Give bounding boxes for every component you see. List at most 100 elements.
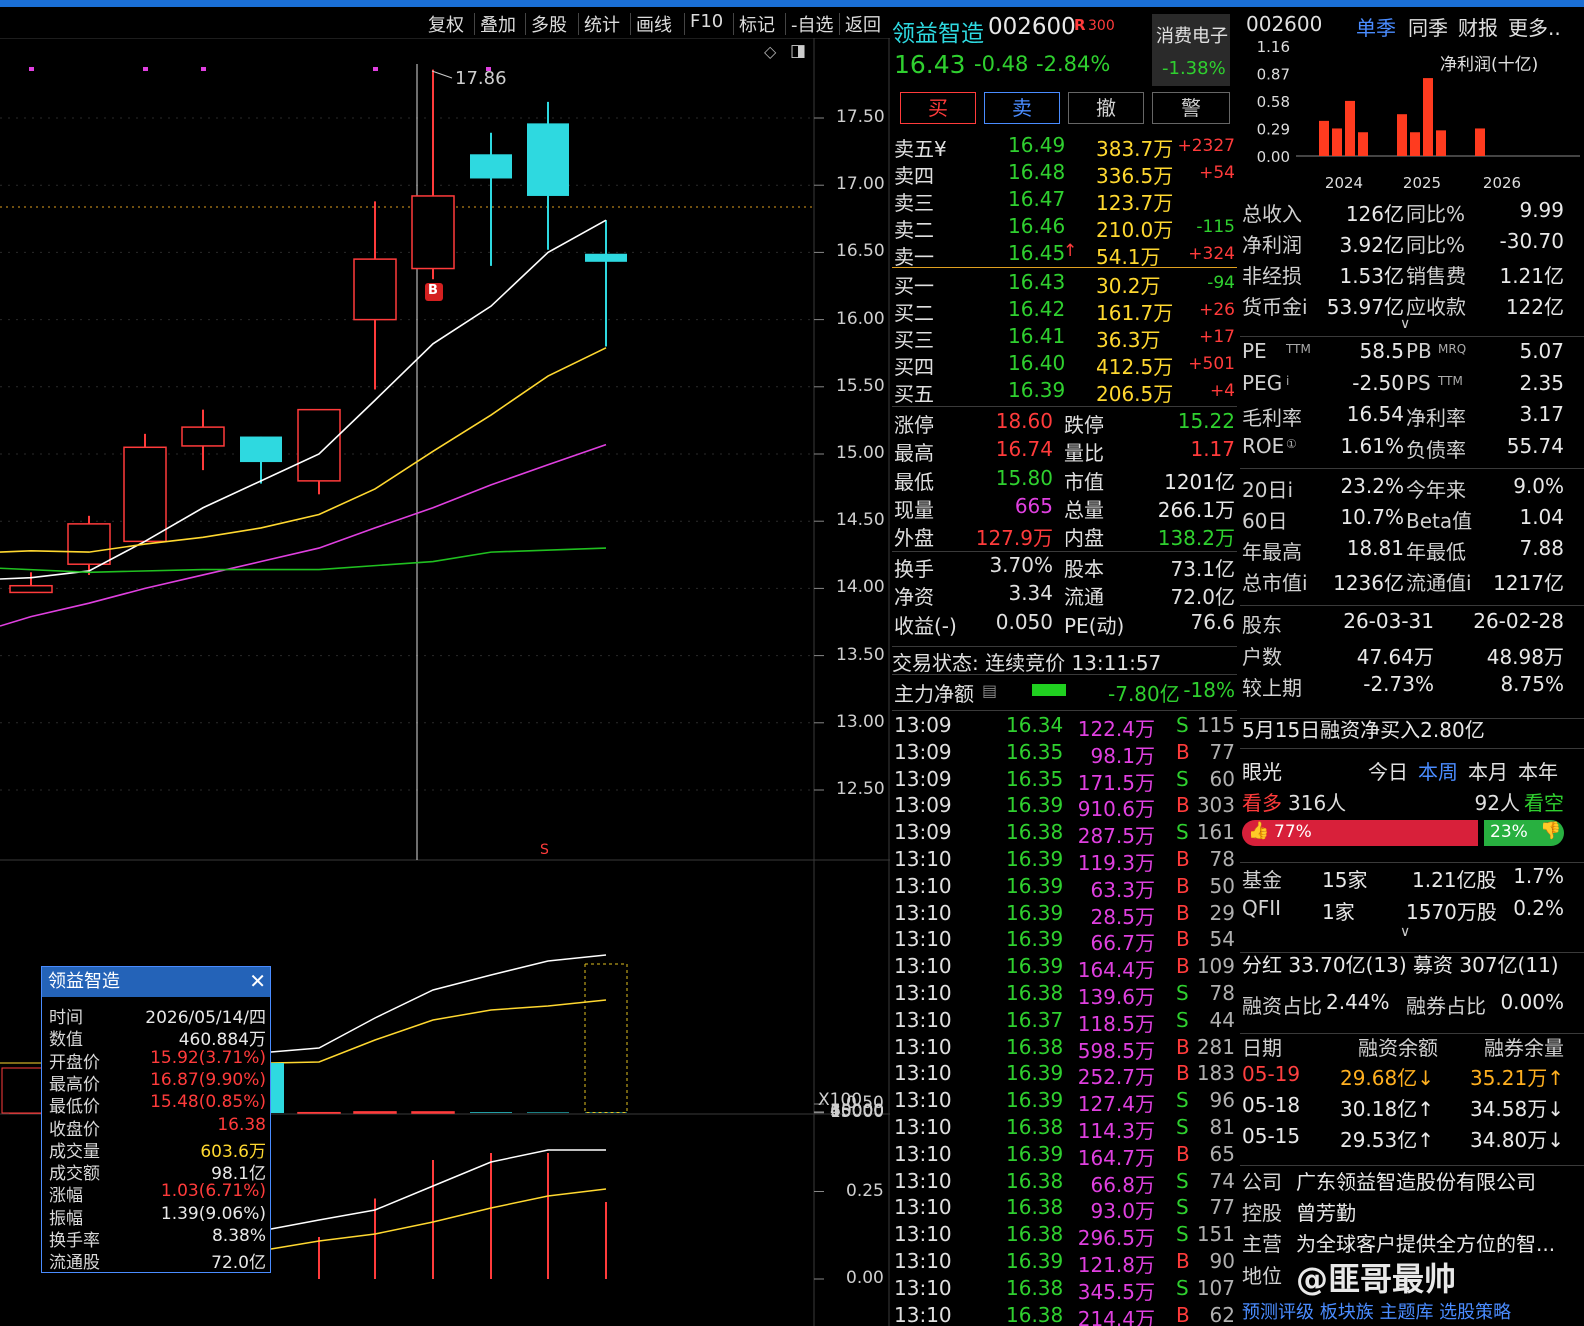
tick-row: 13:09 16.34 122.4万 S 115 [892,713,1237,741]
stat-label: PE(动) [1064,613,1125,638]
asks-level-1[interactable]: 卖四 16.48 336.5万 +54 [892,160,1237,188]
tick-count: 65 [1209,1141,1235,1166]
tick-volume: 139.6万 [1077,985,1155,1009]
volume-bar-9[interactable] [527,1112,569,1113]
book-volume: 54.1万 [1096,245,1161,269]
candle-body-1[interactable] [67,523,111,565]
book-delta: +54 [1199,163,1235,183]
weibo-watermark: @匪哥最帅 [1296,1260,1457,1298]
qfii-count: 1家 [1322,900,1355,924]
candle-body-10[interactable] [585,253,627,262]
margin-table-row: 05-18 30.18亿↑ 34.58万↓ [1240,1093,1584,1123]
candle-body-6[interactable] [353,258,397,321]
candle-body-0[interactable] [9,584,53,594]
buy-signal-marker[interactable] [425,283,443,301]
tick-side: B [1176,1061,1190,1086]
book-volume: 412.5万 [1096,355,1174,379]
business-text: 为全球客户提供全方位的智... [1296,1232,1556,1256]
buy-button[interactable]: 买 [900,92,976,124]
mini-title: 净利润(十亿) [1440,55,1538,75]
stat-value: 15.22 [1177,409,1235,433]
tick-side: S [1176,1222,1189,1247]
popup-row-label: 成交量 [49,1141,100,1162]
toolbar-divider [733,13,734,35]
book-label: 买五 [894,382,934,406]
fin-value: 9.99 [1519,198,1564,222]
book-volume: 210.0万 [1096,218,1174,242]
volume-bar-7[interactable] [411,1111,455,1114]
tick-price: 16.39 [1006,1061,1064,1086]
chevron-down-icon[interactable]: ∨ [1400,316,1410,332]
book-label: 卖四 [894,164,934,188]
tick-time: 13:10 [894,1222,952,1247]
close-icon[interactable]: ✕ [249,969,266,993]
tick-time: 13:10 [894,1195,952,1220]
perf-value: 9.0% [1513,474,1564,498]
tick-side: S [1176,766,1189,791]
mini-y-label: 0.00 [1257,148,1290,166]
bids-level-3[interactable]: 买四 16.40 412.5万 +501 [892,351,1237,379]
sector-box[interactable]: 消费电子 -1.38% [1152,14,1230,86]
candle-body-5[interactable] [297,408,341,482]
chart-toolbar: 复权 叠加 多股 统计 画线 F10 标记 -自选 返回 [0,7,895,37]
toolbar-button-6[interactable]: 标记 [739,11,775,37]
candle-body-8[interactable] [470,154,512,179]
asks-level-0[interactable]: 卖五¥ 16.49 383.7万 +2327 [892,133,1237,161]
toolbar-button-5[interactable]: F10 [690,11,723,32]
asks-level-3[interactable]: 卖二 16.46 210.0万 -115 [892,214,1237,242]
volume-bar-8[interactable] [470,1112,512,1113]
toolbar-button-0[interactable]: 复权 [428,11,464,37]
candle-body-2[interactable] [123,446,167,543]
toolbar-button-8[interactable]: 返回 [845,11,881,37]
popup-row-value: 603.6万 [200,1141,266,1162]
popup-row: 成交额 98.1亿 [42,1159,270,1185]
short-ratio-value: 0.00% [1500,990,1564,1014]
chevron-down-icon[interactable]: ∨ [1400,924,1410,940]
book-volume: 206.5万 [1096,382,1174,406]
bids-level-1[interactable]: 买二 16.42 161.7万 +26 [892,297,1237,325]
toolbar-button-7[interactable]: -自选 [791,11,834,37]
tick-time: 13:10 [894,1249,952,1273]
margin-table-row: 05-19 29.68亿↓ 35.21万↑ [1240,1062,1584,1092]
tick-side: B [1176,927,1190,952]
stat-row: 最低 15.80 市值 1201亿 [892,466,1237,494]
tick-volume: 119.3万 [1077,851,1155,875]
info-tab-3[interactable]: 更多.. [1508,12,1561,41]
tick-side: S [1176,1088,1189,1113]
bids-level-0[interactable]: 买一 16.43 30.2万 -94 [892,270,1237,298]
tick-volume: 164.7万 [1077,1145,1155,1170]
stat-label: 内盘 [1064,526,1104,551]
alert-button[interactable]: 警 [1152,92,1230,124]
tick-volume: 121.8万 [1077,1253,1155,1277]
candle-body-7[interactable] [411,195,455,270]
popup-row: 成交量 603.6万 [42,1137,270,1162]
toolbar-button-4[interactable]: 画线 [636,11,672,37]
holder-value: 26-03-31 [1343,609,1434,633]
info-tab-0[interactable]: 单季 [1356,12,1396,41]
bull-pct: 77% [1274,822,1312,842]
stat-row: 最高 16.74 量比 1.17 [892,437,1237,465]
tick-row: 13:10 16.38 114.3万 S 81 [892,1115,1237,1143]
candle-body-3[interactable] [181,426,225,447]
info-tab-2[interactable]: 财报 [1458,12,1498,41]
toolbar-button-1[interactable]: 叠加 [480,11,516,37]
popup-row-label: 流通股 [49,1253,100,1274]
volume-bar-6[interactable] [353,1111,397,1114]
val-value: 3.17 [1519,402,1564,426]
tick-side: S [1176,1275,1189,1300]
fund-shares: 1.21亿股 [1412,868,1497,892]
toolbar-button-3[interactable]: 统计 [584,11,620,37]
cancel-order-button[interactable]: 撤 [1068,92,1144,124]
asks-level-2[interactable]: 卖三 16.47 123.7万 [892,187,1237,215]
info-tab-1[interactable]: 同季 [1408,12,1448,41]
current-volume-outline [584,963,628,1114]
toolbar-button-2[interactable]: 多股 [531,11,567,37]
bids-level-4[interactable]: 买五 16.39 206.5万 +4 [892,378,1237,406]
stat-value: 127.9万 [975,526,1053,551]
bids-level-2[interactable]: 买三 16.41 36.3万 +17 [892,324,1237,352]
flow-pct: -18% [1183,678,1235,702]
popup-row-label: 成交额 [49,1164,100,1185]
candle-body-9[interactable] [527,123,569,196]
candle-body-4[interactable] [240,436,282,463]
sell-button[interactable]: 卖 [984,92,1060,124]
